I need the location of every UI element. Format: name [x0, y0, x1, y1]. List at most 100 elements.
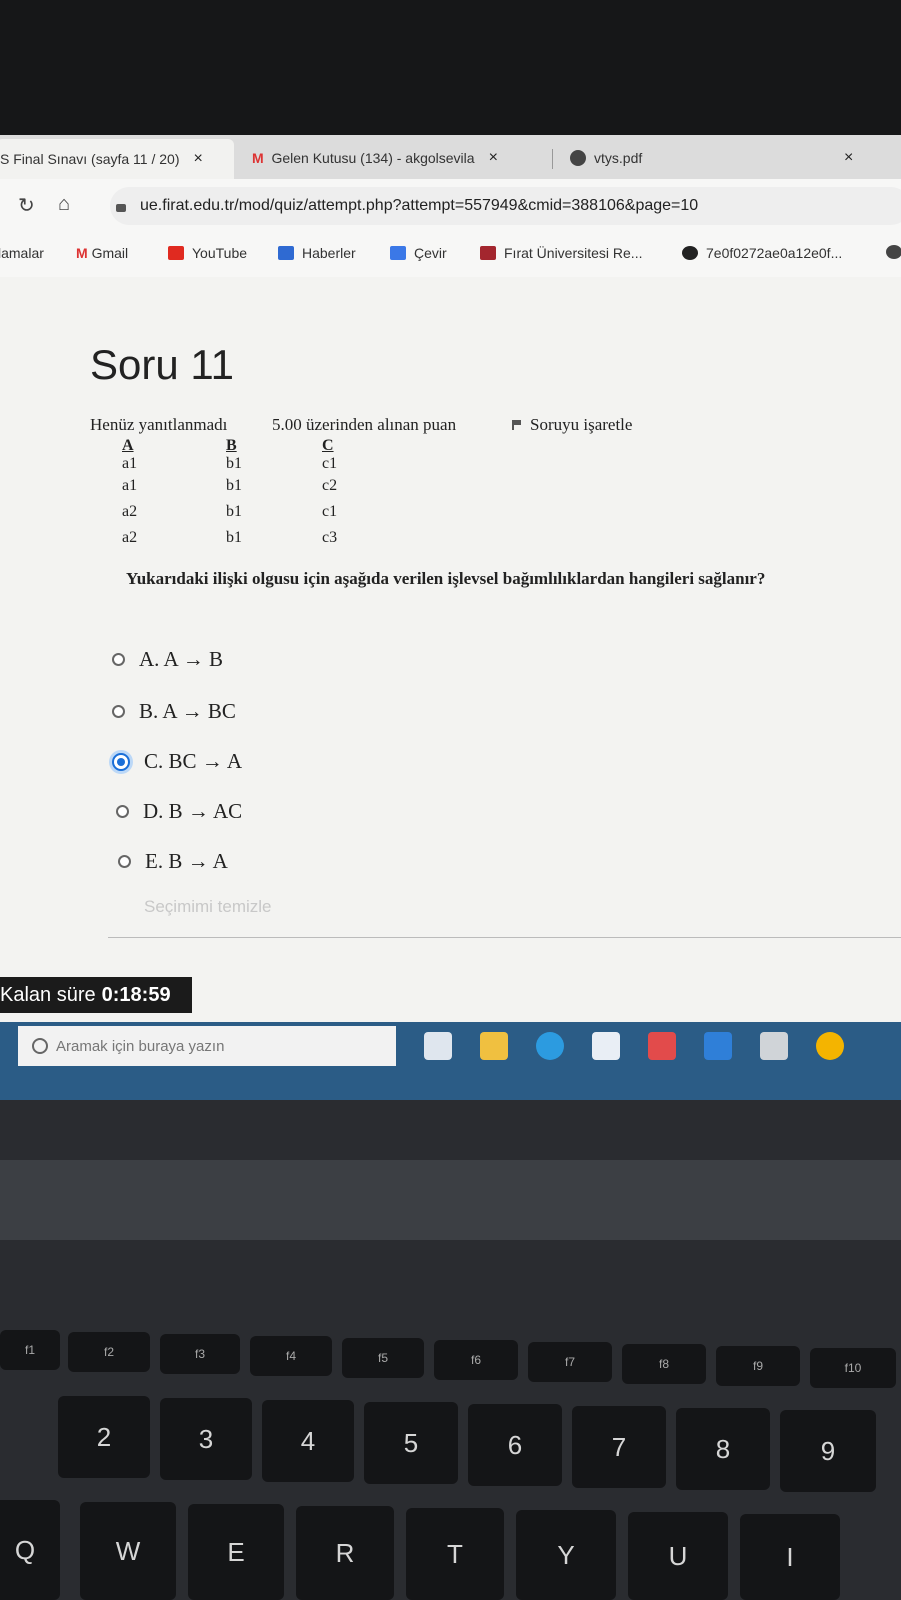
radio-button[interactable] [118, 855, 131, 868]
translate-icon [390, 246, 406, 260]
reload-icon[interactable]: ↻ [18, 193, 35, 218]
radio-button[interactable] [116, 805, 129, 818]
answer-option-b[interactable]: B. A → BC [112, 699, 236, 724]
question-status: Henüz yanıtlanmadı [90, 415, 228, 434]
key-f5: f5 [342, 1338, 424, 1378]
key-f7: f7 [528, 1342, 612, 1382]
file-explorer-icon[interactable] [480, 1032, 508, 1060]
key-3: 3 [160, 1398, 252, 1480]
key-f9: f9 [716, 1346, 800, 1386]
key-f1: f1 [0, 1330, 60, 1370]
laptop-bezel [0, 0, 901, 135]
tab-gmail[interactable]: M Gelen Kutusu (134) - akgolsevila × [252, 143, 498, 173]
key-q: Q [0, 1500, 60, 1600]
search-placeholder: Aramak için buraya yazın [56, 1037, 225, 1055]
tab-quiz[interactable]: S Final Sınavı (sayfa 11 / 20) × [0, 139, 234, 179]
bookmark-label: Fırat Üniversitesi Re... [504, 245, 643, 261]
bookmark-label: lamalar [0, 245, 44, 261]
search-icon [32, 1038, 48, 1054]
globe-icon [570, 150, 586, 166]
divider [108, 937, 901, 938]
tab-title: Gelen Kutusu (134) - akgolsevila [271, 150, 475, 166]
relation-header: A [122, 437, 134, 454]
bookmark-apps[interactable]: lamalar [0, 245, 44, 261]
bookmark-github[interactable]: 7e0f0272ae0a12e0f... [682, 245, 842, 261]
bookmark-label: 7e0f0272ae0a12e0f... [706, 245, 843, 261]
key-6: 6 [468, 1404, 562, 1486]
key-8: 8 [676, 1408, 770, 1490]
key-u: U [628, 1512, 728, 1600]
youtube-icon [168, 246, 184, 260]
relation-header: C [322, 437, 334, 454]
radio-button[interactable] [112, 653, 125, 666]
key-2: 2 [58, 1396, 150, 1478]
key-e: E [188, 1504, 284, 1600]
answer-option-c[interactable]: C. BC → A [112, 749, 242, 774]
timer-value: 0:18:59 [101, 983, 171, 1006]
url-field[interactable]: ue.firat.edu.tr/mod/quiz/attempt.php?att… [110, 187, 901, 225]
answer-option-d[interactable]: D. B → AC [116, 799, 242, 824]
option-label: B. A → BC [139, 699, 236, 723]
close-tab-icon[interactable]: × [194, 150, 203, 168]
radio-button-selected[interactable] [112, 752, 130, 771]
news-icon [278, 246, 294, 260]
lock-icon [116, 204, 126, 212]
flag-icon [512, 420, 522, 430]
relation-cell: c3 [322, 529, 338, 546]
key-5: 5 [364, 1402, 458, 1484]
option-label: E. B → A [145, 849, 228, 873]
chrome-icon[interactable] [816, 1032, 844, 1060]
windows-taskbar: Aramak için buraya yazın [0, 1022, 901, 1100]
question-title: Soru 11 [90, 341, 234, 388]
flag-question-link[interactable]: Soruyu işaretle [512, 415, 632, 435]
option-label: C. BC → A [144, 749, 243, 773]
bookmark-cevir[interactable]: Çevir [390, 245, 447, 261]
taskbar-search[interactable]: Aramak için buraya yazın [18, 1026, 396, 1066]
timer-label: Kalan süre [0, 983, 96, 1006]
relation-header: B [226, 437, 237, 454]
clear-choice-link[interactable]: Seçimimi temizle [144, 897, 272, 917]
key-y: Y [516, 1510, 616, 1600]
answer-option-a[interactable]: A. A → B [112, 647, 223, 672]
answer-option-e[interactable]: E. B → A [118, 849, 228, 874]
university-icon [480, 246, 496, 260]
key-f8: f8 [622, 1344, 706, 1384]
relation-cell: b1 [226, 529, 242, 546]
close-tab-icon[interactable]: × [489, 149, 498, 167]
bookmark-haberler[interactable]: Haberler [278, 245, 356, 261]
close-tab-icon[interactable]: × [844, 149, 853, 167]
relation-cell: a2 [122, 529, 138, 546]
bookmark-firat[interactable]: Fırat Üniversitesi Re... [480, 245, 642, 261]
relation-cell: b1 [226, 477, 242, 494]
question-text: Yukarıdaki ilişki olgusu için aşağıda ve… [126, 569, 766, 588]
bookmark-more[interactable] [886, 245, 901, 259]
relation-cell: c2 [322, 477, 338, 494]
tab-pdf[interactable]: vtys.pdf [570, 143, 642, 173]
address-bar-row: ↻ ⌂ ue.firat.edu.tr/mod/quiz/attempt.php… [0, 179, 901, 233]
radio-button[interactable] [112, 705, 125, 718]
edge-icon[interactable] [536, 1032, 564, 1060]
mail-icon[interactable] [704, 1032, 732, 1060]
remaining-time: Kalan süre 0:18:59 [0, 977, 192, 1013]
bookmark-label: Çevir [414, 245, 447, 261]
store-icon[interactable] [592, 1032, 620, 1060]
bookmarks-bar: lamalar M Gmail YouTube Haberler Çevir F… [0, 233, 901, 278]
flag-label: Soruyu işaretle [530, 415, 633, 434]
relation-cell: a2 [122, 503, 138, 520]
tab-separator [552, 149, 553, 169]
relation-cell: a1 [122, 477, 138, 494]
relation-cell: b1 [226, 503, 242, 520]
app-icon[interactable] [760, 1032, 788, 1060]
relation-cell: c1 [322, 455, 338, 472]
task-view-icon[interactable] [424, 1032, 452, 1060]
gmail-icon: M [252, 150, 272, 166]
gift-icon[interactable] [648, 1032, 676, 1060]
key-w: W [80, 1502, 176, 1600]
tab-close-right[interactable]: × [844, 143, 853, 173]
home-icon[interactable]: ⌂ [58, 193, 70, 216]
key-i: I [740, 1514, 840, 1600]
key-t: T [406, 1508, 504, 1600]
bookmark-gmail[interactable]: M Gmail [76, 245, 128, 261]
bookmark-youtube[interactable]: YouTube [168, 245, 247, 261]
option-label: D. B → AC [143, 799, 243, 823]
